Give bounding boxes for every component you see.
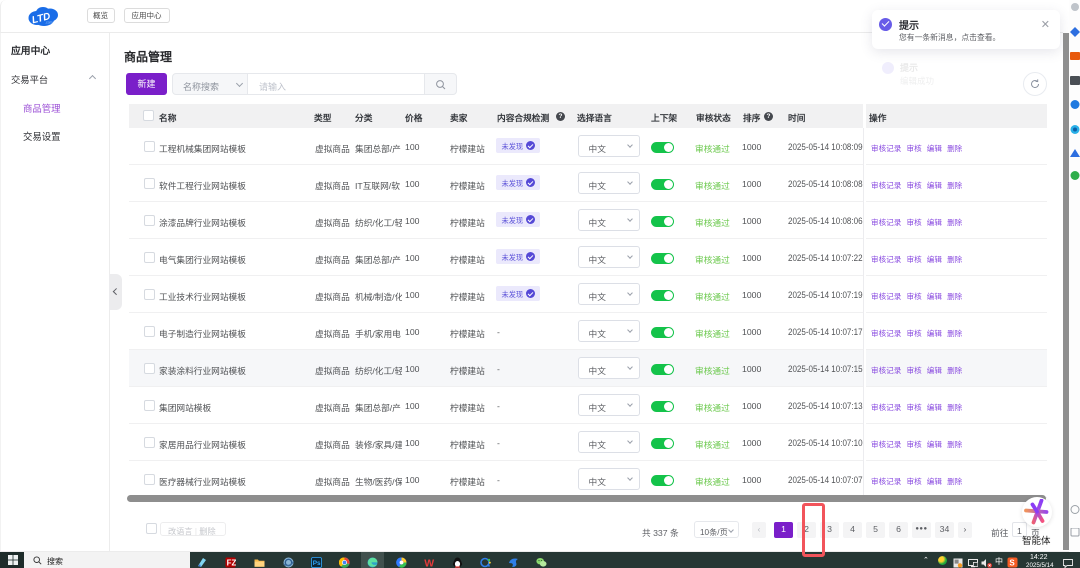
svg-text:.com: .com [45,21,53,25]
svg-text:S: S [1009,558,1015,567]
svg-text:FZ: FZ [227,558,236,567]
svg-text:Ps: Ps [313,560,321,567]
svg-text:W: W [424,557,434,568]
